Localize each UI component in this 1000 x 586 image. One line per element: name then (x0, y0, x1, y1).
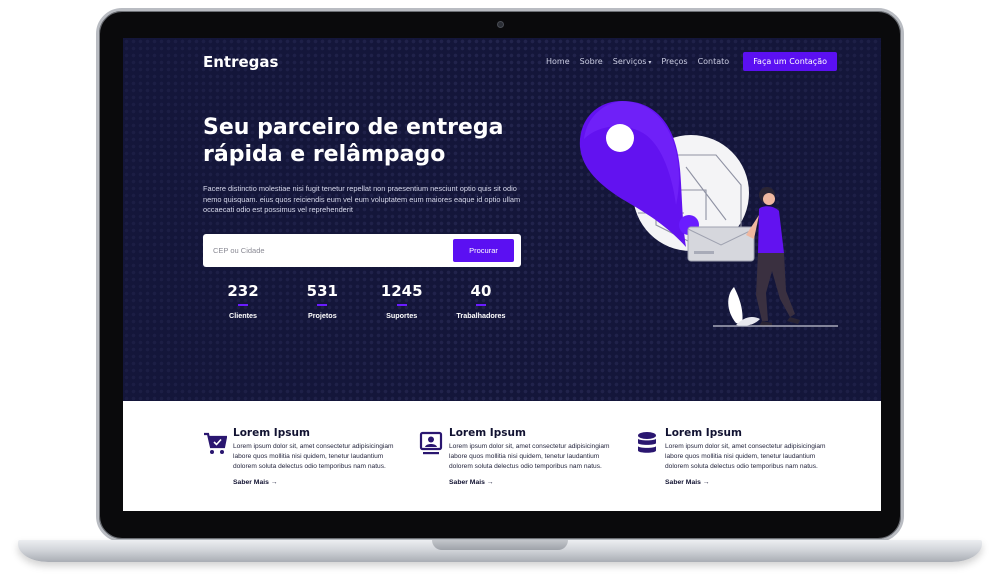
learn-more-link[interactable]: Saber Mais (449, 479, 494, 486)
feature-title: Lorem Ipsum (665, 427, 742, 439)
package-box (687, 226, 755, 262)
nav-sobre[interactable]: Sobre (580, 57, 603, 66)
plant-leaf (728, 287, 743, 325)
person-pants (756, 253, 795, 321)
stat-divider (238, 304, 248, 306)
stat-support: 1245 Suportes (367, 282, 437, 320)
stat-projects: 531 Projetos (287, 282, 357, 320)
stats-row: 232 Clientes 531 Projetos 1245 Suportes … (203, 282, 521, 320)
zip-city-input[interactable] (203, 234, 443, 267)
nav-contato[interactable]: Contato (698, 57, 730, 66)
hero-description: Facere distinctio molestiae nisi fugit t… (203, 184, 521, 215)
feature-text: Lorem ipsum dolor sit, amet consectetur … (233, 443, 394, 470)
features-section: Lorem Ipsum Lorem ipsum dolor sit, amet … (123, 401, 881, 511)
nav-servicos-dropdown[interactable]: Serviços (613, 57, 652, 66)
brand-logo[interactable]: Entregas (203, 53, 278, 71)
camera-icon (497, 21, 504, 28)
feature-text: Lorem ipsum dolor sit, amet consectetur … (665, 443, 826, 470)
quote-button[interactable]: Faça um Contação (743, 52, 837, 71)
stat-label: Projetos (307, 311, 337, 320)
stat-label: Suportes (386, 311, 418, 320)
stat-clients: 232 Clientes (208, 282, 278, 320)
laptop-notch (432, 540, 568, 550)
screen: Entregas Home Sobre Serviços Preços Cont… (123, 38, 881, 511)
feature-title: Lorem Ipsum (233, 427, 310, 439)
nav-precos[interactable]: Preços (661, 57, 687, 66)
learn-more-link[interactable]: Saber Mais (665, 479, 710, 486)
hero-title: Seu parceiro de entrega rápida e relâmpa… (203, 115, 504, 167)
stat-label: Trabalhadores (456, 311, 506, 320)
search-button[interactable]: Procurar (453, 239, 514, 262)
monitor-user-icon (419, 431, 443, 455)
feature-text: Lorem ipsum dolor sit, amet consectetur … (449, 443, 610, 470)
person-shirt (758, 206, 784, 253)
stat-divider (317, 304, 328, 306)
pin-hole (606, 124, 634, 152)
delivery-illustration (579, 101, 838, 327)
search-form: Procurar (203, 234, 521, 267)
nav-home[interactable]: Home (546, 57, 570, 66)
stat-value: 232 (227, 282, 259, 300)
cart-check-icon (204, 432, 227, 454)
learn-more-link[interactable]: Saber Mais (233, 479, 278, 486)
stat-divider (396, 304, 407, 306)
feature-title: Lorem Ipsum (449, 427, 526, 439)
database-icon (638, 432, 656, 453)
stat-value: 1245 (380, 282, 423, 300)
stat-divider (475, 304, 486, 306)
stat-label: Clientes (229, 311, 257, 320)
main-nav: Home Sobre Serviços Preços Contato Faça … (536, 52, 837, 71)
stat-workers: 40 Trabalhadores (446, 282, 516, 320)
hero-section: Entregas Home Sobre Serviços Preços Cont… (123, 38, 881, 401)
stat-value: 531 (306, 282, 338, 300)
stat-value: 40 (470, 282, 492, 300)
